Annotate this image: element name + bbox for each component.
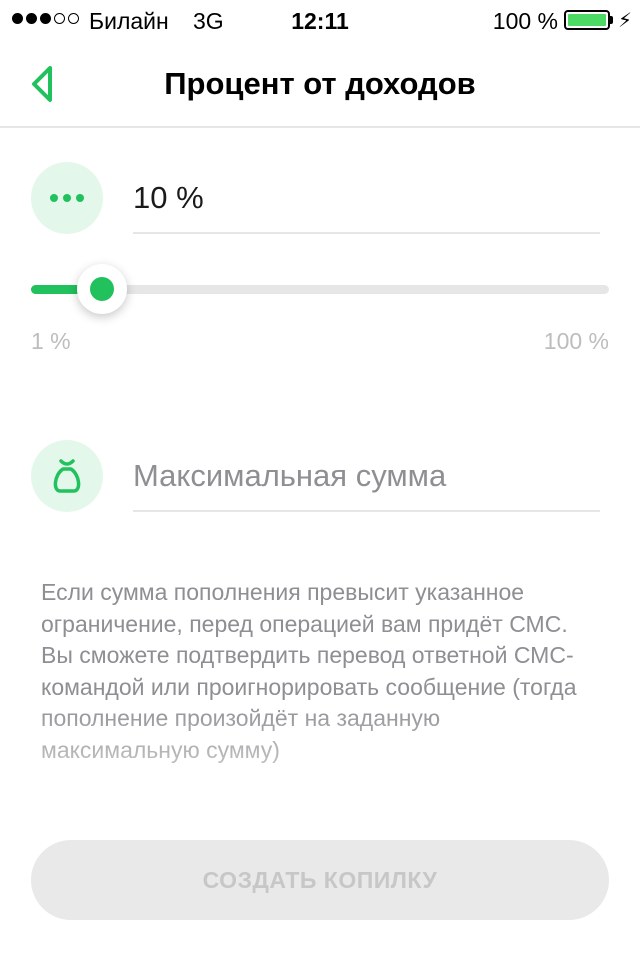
battery-level — [568, 14, 606, 26]
percent-slider-thumb[interactable] — [77, 264, 127, 314]
screen: Билайн 3G 12:11 100 % ⚡︎ Процент от дохо… — [0, 0, 640, 960]
battery-icon — [564, 10, 610, 30]
money-bag-icon — [53, 459, 81, 493]
status-bar: Билайн 3G 12:11 100 % ⚡︎ — [0, 0, 640, 40]
page-title: Процент от доходов — [164, 66, 476, 101]
max-sum-input-underline — [133, 510, 600, 512]
create-piggy-bank-button[interactable]: СОЗДАТЬ КОПИЛКУ — [31, 840, 609, 920]
battery-percent: 100 % — [492, 8, 558, 34]
charging-bolt-icon: ⚡︎ — [618, 10, 633, 32]
max-sum-icon-badge — [31, 440, 103, 512]
percent-input-underline — [133, 232, 600, 234]
percent-icon-badge — [31, 162, 103, 234]
navigation-bar: Процент от доходов — [0, 40, 640, 128]
percent-input[interactable]: 10 % — [133, 180, 204, 216]
max-sum-input[interactable]: Максимальная сумма — [133, 458, 446, 494]
slider-min-label: 1 % — [31, 328, 71, 354]
more-dots-icon — [50, 194, 84, 202]
info-description: Если сумма пополнения превысит указанное… — [41, 579, 577, 763]
slider-max-label: 100 % — [543, 328, 609, 354]
